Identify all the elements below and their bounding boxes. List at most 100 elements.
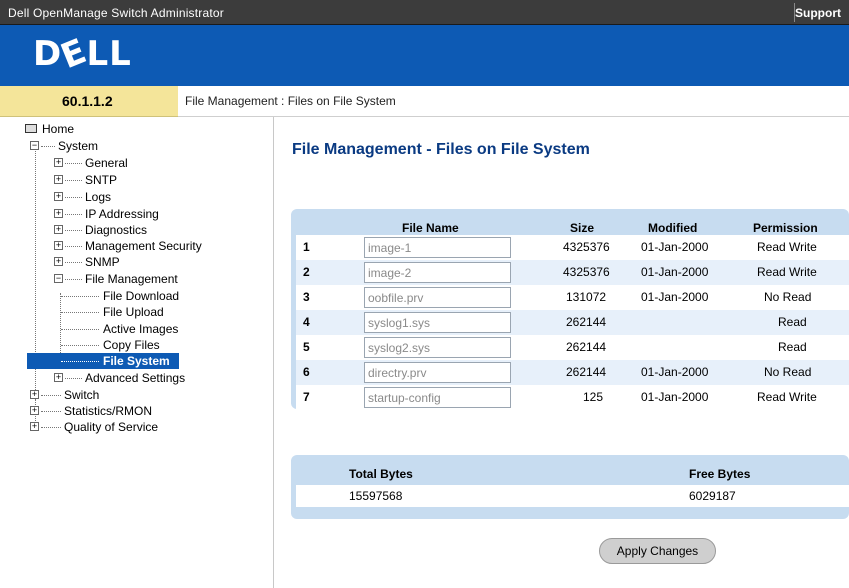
tree-connector [65,279,82,280]
tree-item-file-management[interactable]: − File Management [54,271,214,287]
row-number: 4 [303,315,310,329]
file-name-field[interactable] [364,237,511,258]
column-header-size: Size [570,221,595,235]
file-size: 131072 [566,290,607,304]
tree-connector [61,296,99,297]
table-row: 2 4325376 01-Jan-2000 Read Write [296,260,849,285]
tree-connector [61,312,99,313]
logo-letters-ll: LL [86,34,132,74]
column-header-permission: Permission [753,221,818,235]
bytes-row: 15597568 6029187 [296,485,849,507]
tree-item-sntp[interactable]: + SNTP [54,172,174,188]
expand-icon[interactable]: + [30,422,39,431]
tree-connector [65,180,82,181]
row-number: 6 [303,365,310,379]
tree-connector [65,246,82,247]
expand-icon[interactable]: + [54,373,63,382]
column-header-modified: Modified [648,221,698,235]
tree-label-general: General [85,156,128,170]
tree-connector [65,163,82,164]
tree-label-file-upload: File Upload [103,305,164,319]
file-permission: Read Write [757,390,817,404]
tree-item-logs[interactable]: + Logs [54,189,174,205]
file-size: 4325376 [563,265,610,279]
main-content: File Management - Files on File System F… [275,117,849,588]
expand-icon[interactable]: + [54,175,63,184]
file-permission: Read [778,315,807,329]
file-size: 262144 [566,340,607,354]
support-link[interactable]: Support [795,6,841,20]
tree-item-file-download[interactable]: File Download [61,288,211,304]
tree-label-file-management: File Management [85,272,178,286]
tree-item-switch[interactable]: + Switch [30,387,150,403]
navigation-tree: Home − System + General + SNTP + Logs + … [0,117,274,588]
tree-item-diagnostics[interactable]: + Diagnostics [54,222,194,238]
file-modified: 01-Jan-2000 [641,390,709,404]
tree-item-general[interactable]: + General [54,155,174,171]
file-permission: No Read [764,365,812,379]
tree-label-quality-of-service: Quality of Service [64,420,159,434]
expand-icon[interactable]: + [54,241,63,250]
collapse-icon[interactable]: − [30,141,39,150]
expand-icon[interactable]: + [54,158,63,167]
apply-changes-button[interactable]: Apply Changes [599,538,716,564]
table-row: 5 262144 Read [296,335,849,360]
tree-label-file-system: File System [103,354,170,368]
tree-item-snmp[interactable]: + SNMP [54,254,194,270]
expand-icon[interactable]: + [54,257,63,266]
collapse-icon[interactable]: − [54,274,63,283]
page-title: File Management - Files on File System [292,141,590,158]
expand-icon[interactable]: + [54,192,63,201]
file-size: 125 [583,390,604,404]
tree-connector [61,361,99,362]
tree-item-ip-addressing[interactable]: + IP Addressing [54,206,194,222]
file-name-field[interactable] [364,262,511,283]
row-number: 7 [303,390,310,404]
tree-item-statistics-rmon[interactable]: + Statistics/RMON [30,403,180,419]
bytes-table: Total Bytes Free Bytes 15597568 6029187 [291,455,849,519]
expand-icon[interactable]: + [54,225,63,234]
free-bytes-label: Free Bytes [689,467,751,481]
file-name-field[interactable] [364,362,511,383]
tree-connector [41,146,55,147]
tree-connector [65,230,82,231]
row-number: 3 [303,290,310,304]
tree-item-home[interactable]: Home [25,121,105,137]
tree-connector [41,427,61,428]
tree-connector [41,411,61,412]
row-number: 2 [303,265,310,279]
tree-label-system: System [58,139,99,153]
tree-label-management-security: Management Security [85,239,202,253]
expand-icon[interactable]: + [30,406,39,415]
tree-label-snmp: SNMP [85,255,120,269]
file-name-field[interactable] [364,312,511,333]
file-modified: 01-Jan-2000 [641,240,709,254]
tree-item-system[interactable]: − System [30,138,150,154]
tree-item-copy-files[interactable]: Copy Files [61,337,211,353]
tree-item-advanced-settings[interactable]: + Advanced Settings [54,370,214,386]
tree-label-advanced-settings: Advanced Settings [85,371,186,385]
tree-item-quality-of-service[interactable]: + Quality of Service [30,419,180,435]
device-ip-cell: 60.1.1.2 [0,86,178,117]
file-name-field[interactable] [364,337,511,358]
free-bytes-value: 6029187 [689,489,736,503]
breadcrumb-text: File Management : Files on File System [185,94,396,108]
expand-icon[interactable]: + [54,209,63,218]
tree-item-active-images[interactable]: Active Images [61,321,211,337]
total-bytes-label: Total Bytes [349,467,413,481]
tree-item-file-system[interactable]: File System [27,353,179,369]
expand-icon[interactable]: + [30,390,39,399]
tree-connector [65,378,82,379]
file-permission: Read Write [757,240,817,254]
table-row: 4 262144 Read [296,310,849,335]
tree-item-management-security[interactable]: + Management Security [54,238,234,254]
tree-item-file-upload[interactable]: File Upload [61,304,211,320]
file-size: 4325376 [563,240,610,254]
tree-label-switch: Switch [64,388,100,402]
file-name-field[interactable] [364,387,511,408]
table-row: 6 262144 01-Jan-2000 No Read [296,360,849,385]
tree-label-active-images: Active Images [103,322,179,336]
file-name-field[interactable] [364,287,511,308]
app-title: Dell OpenManage Switch Administrator [8,6,224,20]
file-permission: Read [778,340,807,354]
